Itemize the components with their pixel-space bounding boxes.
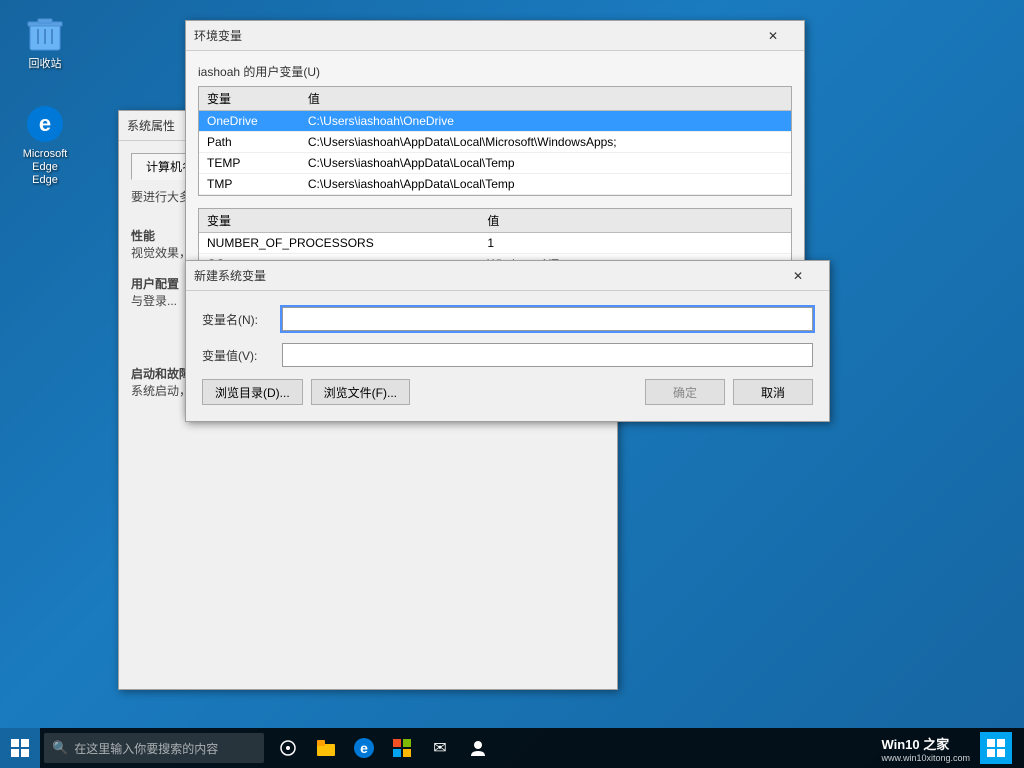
recycle-bin-image — [25, 14, 65, 54]
new-var-action-buttons[interactable]: 浏览目录(D)... 浏览文件(F)... 确定 取消 — [202, 379, 813, 405]
user-var-name: TMP — [199, 174, 300, 195]
var-value-row: 变量值(V): — [202, 343, 813, 367]
edge-taskbar-button[interactable]: e — [346, 728, 382, 768]
store-icon — [393, 739, 411, 757]
user-var-name: Path — [199, 132, 300, 153]
user-vars-table: 变量 值 OneDriveC:\Users\iashoah\OneDrivePa… — [199, 87, 791, 195]
browse-dir-button[interactable]: 浏览目录(D)... — [202, 379, 303, 405]
taskbar-right-area: Win10 之家 www.win10xitong.com — [881, 732, 1024, 764]
edge-image: e — [25, 104, 65, 144]
new-var-title: 新建系统变量 — [194, 267, 775, 284]
sys-col-var: 变量 — [199, 209, 479, 233]
edge-label: Microsoft Edge Edge — [14, 148, 76, 188]
var-value-label: 变量值(V): — [202, 347, 282, 364]
search-placeholder: 在这里输入你要搜索的内容 — [74, 740, 218, 757]
people-icon — [469, 739, 487, 757]
taskbar: 🔍 在这里输入你要搜索的内容 e — [0, 728, 1024, 768]
file-explorer-button[interactable] — [308, 728, 344, 768]
new-var-titlebar: 新建系统变量 ✕ — [186, 261, 829, 291]
browse-file-button[interactable]: 浏览文件(F)... — [311, 379, 410, 405]
user-var-row[interactable]: OneDriveC:\Users\iashoah\OneDrive — [199, 111, 791, 132]
new-var-controls[interactable]: ✕ — [775, 261, 821, 291]
var-name-label: 变量名(N): — [202, 311, 282, 328]
win10-website: www.win10xitong.com — [881, 753, 970, 763]
user-var-row[interactable]: TEMPC:\Users\iashoah\AppData\Local\Temp — [199, 153, 791, 174]
mail-button[interactable]: ✉ — [422, 728, 458, 768]
new-var-ok-button[interactable]: 确定 — [645, 379, 725, 405]
user-var-name: TEMP — [199, 153, 300, 174]
user-col-val: 值 — [300, 87, 791, 111]
var-value-input[interactable] — [282, 343, 813, 367]
people-button[interactable] — [460, 728, 496, 768]
user-var-row[interactable]: TMPC:\Users\iashoah\AppData\Local\Temp — [199, 174, 791, 195]
sys-var-row[interactable]: NUMBER_OF_PROCESSORS1 — [199, 233, 791, 254]
recycle-bin-icon[interactable]: 回收站 — [10, 10, 80, 75]
new-var-cancel-button[interactable]: 取消 — [733, 379, 813, 405]
user-var-value: C:\Users\iashoah\AppData\Local\Temp — [300, 174, 791, 195]
win-flag-icon — [987, 739, 1005, 757]
win10-brand: Win10 之家 — [881, 734, 970, 753]
edge-logo: e — [27, 106, 63, 142]
sys-var-name: NUMBER_OF_PROCESSORS — [199, 233, 479, 254]
env-window-close[interactable]: ✕ — [750, 21, 796, 51]
user-vars-table-container[interactable]: 变量 值 OneDriveC:\Users\iashoah\OneDrivePa… — [198, 86, 792, 196]
env-window-controls[interactable]: ✕ — [750, 21, 796, 51]
taskbar-icon-group[interactable]: e ✉ — [270, 728, 496, 768]
file-explorer-icon — [317, 740, 335, 756]
desktop: 回收站 e Microsoft Edge Edge 系统属性 ✕ 计算机名 硬件… — [0, 0, 1024, 768]
taskbar-watermark-area: Win10 之家 www.win10xitong.com — [881, 734, 970, 763]
task-view-icon — [280, 740, 296, 756]
windows-logo-icon — [11, 739, 29, 757]
search-icon: 🔍 — [52, 740, 68, 756]
env-window-title: 环境变量 — [194, 27, 750, 44]
edge-taskbar-icon: e — [354, 738, 374, 758]
start-button[interactable] — [0, 728, 40, 768]
new-var-dialog: 新建系统变量 ✕ 变量名(N): 变量值(V): 浏览目录(D)... 浏览文件… — [185, 260, 830, 422]
edge-icon-desktop[interactable]: e Microsoft Edge Edge — [10, 100, 80, 192]
var-name-input[interactable] — [282, 307, 813, 331]
user-var-name: OneDrive — [199, 111, 300, 132]
user-var-value: C:\Users\iashoah\AppData\Local\Microsoft… — [300, 132, 791, 153]
new-var-close[interactable]: ✕ — [775, 261, 821, 291]
user-var-value: C:\Users\iashoah\AppData\Local\Temp — [300, 153, 791, 174]
user-vars-label: iashoah 的用户变量(U) — [198, 63, 792, 80]
new-var-content: 变量名(N): 变量值(V): 浏览目录(D)... 浏览文件(F)... 确定… — [186, 291, 829, 421]
user-var-value: C:\Users\iashoah\OneDrive — [300, 111, 791, 132]
task-view-button[interactable] — [270, 728, 306, 768]
sys-col-val: 值 — [479, 209, 791, 233]
recycle-bin-label: 回收站 — [29, 58, 62, 71]
taskbar-search-bar[interactable]: 🔍 在这里输入你要搜索的内容 — [44, 733, 264, 763]
user-var-row[interactable]: PathC:\Users\iashoah\AppData\Local\Micro… — [199, 132, 791, 153]
user-col-var: 变量 — [199, 87, 300, 111]
win10-logo-taskbar — [980, 732, 1012, 764]
store-button[interactable] — [384, 728, 420, 768]
var-name-row: 变量名(N): — [202, 307, 813, 331]
env-window-titlebar: 环境变量 ✕ — [186, 21, 804, 51]
sys-var-value: 1 — [479, 233, 791, 254]
